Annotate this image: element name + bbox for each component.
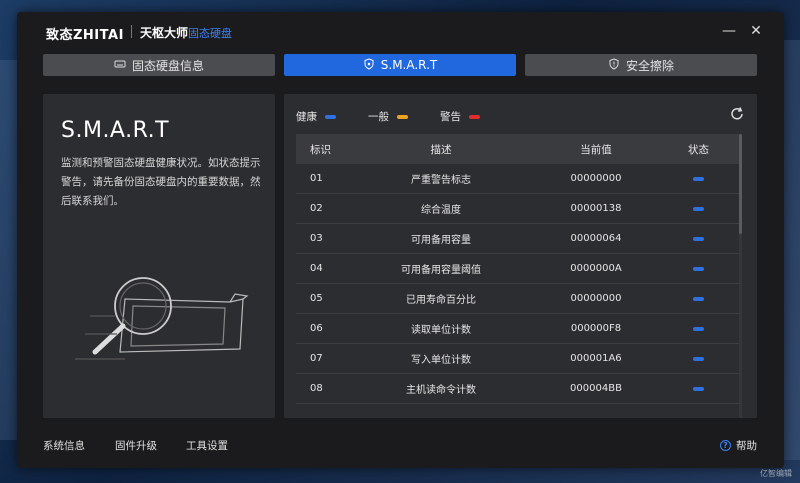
row-description: 已用寿命百分比 — [406, 295, 476, 306]
app-window: 致态ZHITAI 天枢大师 固态硬盘 — ✕ 固态硬盘信息 S.M.A.R.T … — [17, 12, 784, 468]
row-value: 000001A6 — [570, 353, 622, 364]
table-row: 02 综合温度 00000138 — [296, 194, 741, 224]
status-indicator — [693, 267, 704, 271]
shield-alert-icon — [608, 57, 620, 73]
row-value: 00000064 — [570, 233, 622, 244]
tab-label: 固态硬盘信息 — [131, 58, 204, 73]
row-description: 读取单位计数 — [411, 325, 471, 336]
row-status — [656, 323, 741, 334]
minimize-button[interactable]: — — [720, 22, 738, 40]
refresh-icon[interactable] — [729, 106, 745, 122]
tab-bar: 固态硬盘信息 S.M.A.R.T 安全擦除 — [43, 54, 757, 76]
footer-tool-settings-link[interactable]: 工具设置 — [186, 438, 228, 453]
row-value: 000000F8 — [570, 323, 622, 334]
table-row: 01 严重警告标志 00000000 — [296, 164, 741, 194]
tab-label: 安全擦除 — [625, 58, 674, 73]
row-status — [656, 173, 741, 184]
legend-normal: 一般 — [368, 109, 408, 124]
legend-warning: 警告 — [440, 109, 480, 124]
table-row: 07 写入单位计数 000001A6 — [296, 344, 741, 374]
close-button[interactable]: ✕ — [747, 22, 765, 40]
shield-icon — [363, 57, 375, 73]
row-status — [656, 233, 741, 244]
scrollbar-thumb[interactable] — [739, 134, 742, 234]
table-header: 标识 描述 当前值 状态 — [296, 134, 741, 164]
brand-logo: 致态ZHITAI — [46, 28, 124, 43]
legend-label: 健康 — [296, 111, 317, 123]
help-icon: ? — [720, 440, 731, 451]
row-description: 可用备用容量 — [411, 235, 471, 246]
legend-label: 警告 — [440, 111, 461, 123]
row-id: 08 — [310, 383, 323, 394]
row-value: 000004BB — [570, 383, 622, 394]
status-indicator — [693, 237, 704, 241]
row-description: 严重警告标志 — [411, 175, 471, 186]
table-row: 04 可用备用容量阈值 0000000A — [296, 254, 741, 284]
row-status — [656, 293, 741, 304]
tab-smart[interactable]: S.M.A.R.T — [284, 54, 516, 76]
row-id: 04 — [310, 263, 323, 274]
legend-swatch — [397, 114, 408, 119]
footer-system-info-link[interactable]: 系统信息 — [43, 438, 85, 453]
tab-label: S.M.A.R.T — [380, 58, 438, 72]
magnifier-ssd-illustration — [65, 264, 255, 368]
status-indicator — [693, 387, 704, 391]
panel-title: S.M.A.R.T — [61, 118, 170, 143]
row-status — [656, 263, 741, 274]
column-header-description: 描述 — [430, 143, 452, 156]
status-indicator — [693, 357, 704, 361]
watermark: 亿智编辑 — [760, 469, 792, 478]
smart-table-panel: 健康 一般 警告 标识 描述 当前值 状态 01 严重警告标志 00000000… — [284, 94, 757, 418]
row-id: 02 — [310, 203, 323, 214]
table-row: 03 可用备用容量 00000064 — [296, 224, 741, 254]
row-status — [656, 353, 741, 364]
row-description: 可用备用容量阈值 — [401, 265, 481, 276]
titlebar: 致态ZHITAI 天枢大师 固态硬盘 — ✕ — [17, 12, 784, 50]
row-value: 00000000 — [570, 293, 622, 304]
row-id: 05 — [310, 293, 323, 304]
table-row: 06 读取单位计数 000000F8 — [296, 314, 741, 344]
row-value: 00000138 — [570, 203, 622, 214]
row-id: 07 — [310, 353, 323, 364]
row-value: 00000000 — [570, 173, 622, 184]
row-description: 综合温度 — [421, 205, 461, 216]
footer-firmware-upgrade-link[interactable]: 固件升级 — [115, 438, 157, 453]
panel-description: 监测和预警固态硬盘健康状况。如状态提示警告，请先备份固态硬盘内的重要数据，然后联… — [61, 157, 261, 207]
table-row: 05 已用寿命百分比 00000000 — [296, 284, 741, 314]
row-value: 0000000A — [570, 263, 622, 274]
row-status — [656, 203, 741, 214]
row-id: 01 — [310, 173, 323, 184]
row-description: 主机读命令计数 — [406, 385, 476, 396]
help-button[interactable]: ? 帮助 — [720, 438, 757, 453]
legend-healthy: 健康 — [296, 109, 336, 124]
smart-info-panel: S.M.A.R.T 监测和预警固态硬盘健康状况。如状态提示警告，请先备份固态硬盘… — [43, 94, 275, 418]
row-status — [656, 383, 741, 394]
status-indicator — [693, 177, 704, 181]
app-name: 天枢大师 — [140, 26, 189, 40]
smart-table: 标识 描述 当前值 状态 01 严重警告标志 00000000 02 综合温度 … — [296, 134, 741, 404]
tab-secure-erase[interactable]: 安全擦除 — [525, 54, 757, 76]
legend-swatch — [325, 114, 336, 119]
app-subtitle: 固态硬盘 — [188, 27, 232, 40]
column-header-value: 当前值 — [580, 143, 612, 156]
footer: 系统信息 固件升级 工具设置 ? 帮助 — [43, 438, 757, 454]
status-indicator — [693, 207, 704, 211]
row-id: 06 — [310, 323, 323, 334]
column-header-id: 标识 — [310, 143, 331, 156]
help-label: 帮助 — [736, 440, 757, 452]
row-id: 03 — [310, 233, 323, 244]
status-indicator — [693, 297, 704, 301]
brand-separator — [131, 25, 132, 38]
status-indicator — [693, 327, 704, 331]
tab-ssd-info[interactable]: 固态硬盘信息 — [43, 54, 275, 76]
table-scrollbar[interactable] — [739, 134, 742, 418]
table-row: 08 主机读命令计数 000004BB — [296, 374, 741, 404]
column-header-status: 状态 — [688, 143, 709, 156]
drive-icon — [114, 58, 126, 73]
row-description: 写入单位计数 — [411, 355, 471, 366]
legend-label: 一般 — [368, 111, 389, 123]
legend-swatch — [469, 114, 480, 119]
